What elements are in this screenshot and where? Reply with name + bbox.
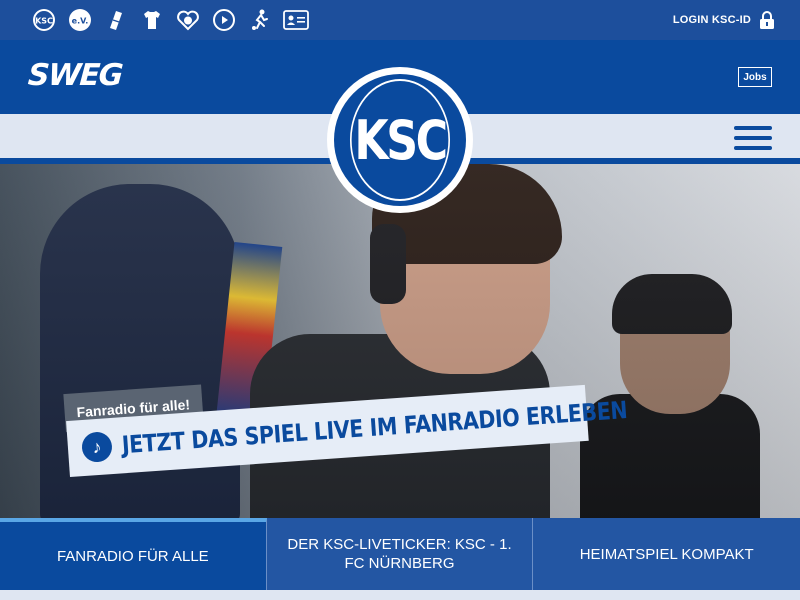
lock-icon: [760, 11, 774, 29]
music-note-icon: ♪: [80, 431, 113, 464]
tab-liveticker[interactable]: DER KSC-LIVETICKER: KSC - 1. FC NÜRNBERG: [267, 518, 534, 590]
menu-icon[interactable]: [734, 126, 772, 150]
play-icon[interactable]: [206, 5, 242, 35]
teaser-tabs: FANRADIO FÜR ALLE DER KSC-LIVETICKER: KS…: [0, 518, 800, 590]
heart-icon[interactable]: [170, 5, 206, 35]
club-logo[interactable]: KSC: [327, 67, 473, 213]
player-icon[interactable]: [242, 5, 278, 35]
ev-label: e.V.: [72, 17, 89, 26]
login-link[interactable]: LOGIN KSC-ID: [673, 0, 775, 40]
jobs-button[interactable]: Jobs: [738, 67, 772, 87]
club-logo-inner: KSC: [334, 74, 466, 206]
ksc-logo-icon[interactable]: KSC: [26, 5, 62, 35]
bottom-strip: [0, 590, 800, 600]
tab-fanradio[interactable]: FANRADIO FÜR ALLE: [0, 518, 267, 590]
topbar-icons: KSC e.V.: [26, 5, 314, 35]
sponsor-logo[interactable]: SWEG: [27, 58, 123, 93]
login-label: LOGIN KSC-ID: [672, 14, 751, 26]
ev-icon[interactable]: e.V.: [62, 5, 98, 35]
jersey-icon[interactable]: [134, 5, 170, 35]
svg-text:KSC: KSC: [35, 17, 53, 26]
hero-image[interactable]: Fanradio für alle! ♪ JETZT DAS SPIEL LIV…: [0, 164, 800, 518]
top-utility-bar: KSC e.V. LOGIN KSC-ID: [0, 0, 800, 40]
club-logo-text: KSC: [349, 79, 451, 201]
id-card-icon[interactable]: [278, 5, 314, 35]
tab-heimatspiel[interactable]: HEIMATSPIEL KOMPAKT: [533, 518, 800, 590]
tickets-icon[interactable]: [98, 5, 134, 35]
